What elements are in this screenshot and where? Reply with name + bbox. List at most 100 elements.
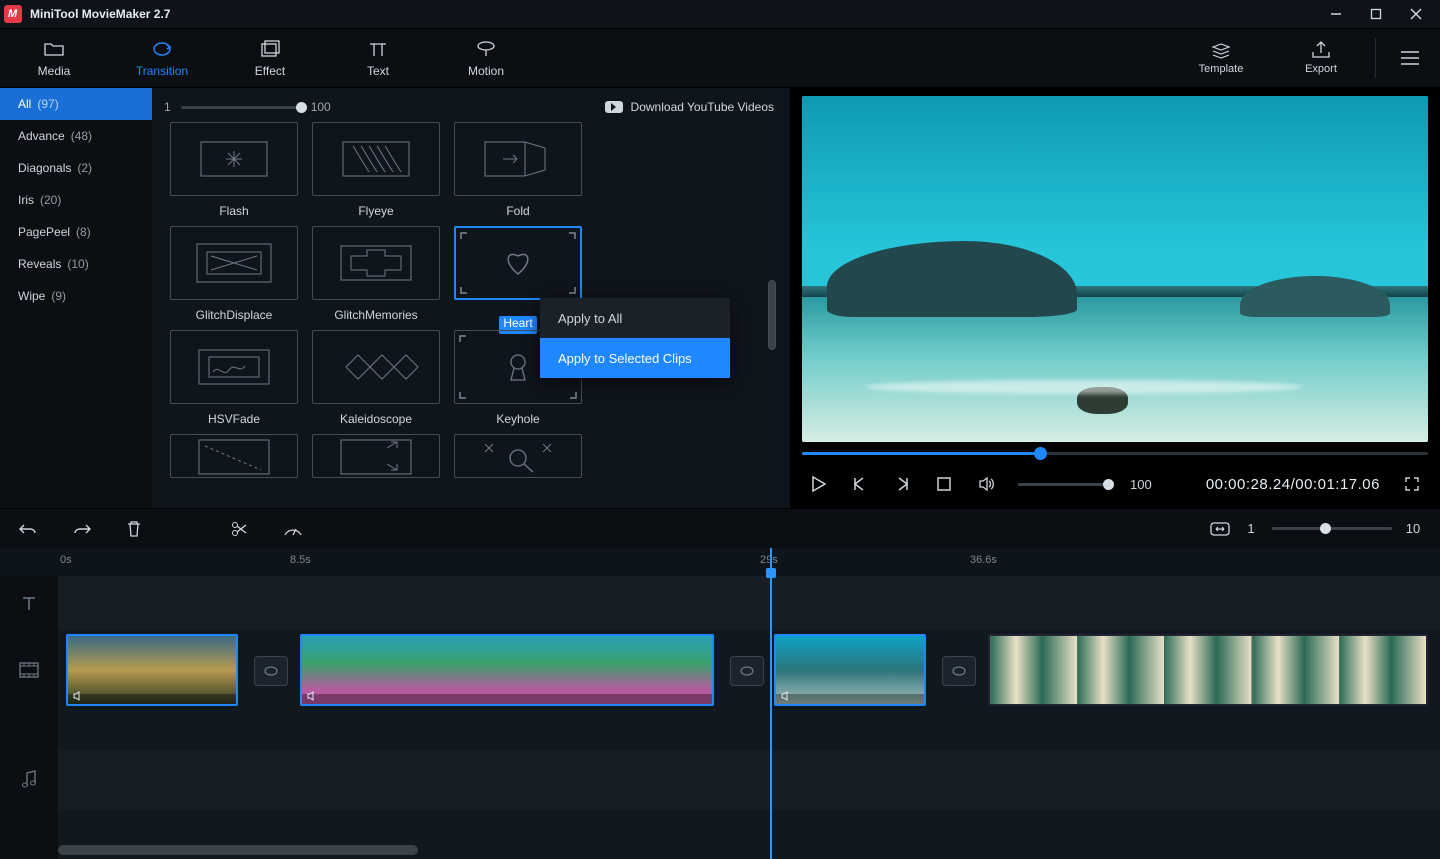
volume-slider[interactable] <box>1018 483 1108 486</box>
transition-glitchmemories[interactable]: GlitchMemories <box>306 226 446 326</box>
timeline-zoom-max: 10 <box>1404 521 1422 536</box>
next-frame-button[interactable] <box>892 474 912 494</box>
text-track-header[interactable] <box>0 576 58 630</box>
fit-icon <box>1210 522 1230 536</box>
category-advance[interactable]: Advance(48) <box>0 120 152 152</box>
timecode: 00:00:28.24/00:01:17.06 <box>1206 476 1380 493</box>
fullscreen-button[interactable] <box>1402 474 1422 494</box>
transition-kaleidoscope[interactable]: Kaleidoscope <box>306 330 446 430</box>
timeline-zoom-slider[interactable] <box>1272 527 1392 530</box>
browser-zoom-max: 100 <box>311 100 331 114</box>
browser-zoom-min: 1 <box>164 100 171 114</box>
timeline-zoom-min: 1 <box>1242 521 1260 536</box>
clip-2[interactable] <box>300 634 714 706</box>
mute-button[interactable] <box>976 474 996 494</box>
hamburger-icon <box>1399 50 1421 66</box>
clip-3[interactable] <box>774 634 926 706</box>
play-button[interactable] <box>808 474 828 494</box>
transition-partial-2[interactable] <box>306 434 446 478</box>
category-diagonals[interactable]: Diagonals(2) <box>0 152 152 184</box>
transition-slot-1[interactable] <box>254 656 288 686</box>
transition-hsvfade[interactable]: HSVFade <box>164 330 304 430</box>
folder-icon <box>43 38 65 60</box>
undo-icon <box>18 521 38 537</box>
tab-media[interactable]: Media <box>0 28 108 88</box>
youtube-icon <box>605 101 623 113</box>
text-track[interactable] <box>58 576 1440 630</box>
clip-1[interactable] <box>66 634 238 706</box>
export-icon <box>1310 41 1332 59</box>
stop-button[interactable] <box>934 474 954 494</box>
tab-motion[interactable]: Motion <box>432 28 540 88</box>
timeline-toolbar: 1 10 <box>0 508 1440 548</box>
trash-icon <box>126 520 142 538</box>
category-pagepeel[interactable]: PagePeel(8) <box>0 216 152 248</box>
app-logo: M <box>4 5 22 23</box>
fullscreen-icon <box>1404 476 1420 492</box>
preview-canvas <box>802 96 1428 442</box>
transition-flyeye[interactable]: Flyeye <box>306 122 446 222</box>
template-icon <box>1210 41 1232 59</box>
timeline-tracks[interactable]: 0s 8.5s 29s 36.6s <box>58 548 1440 859</box>
scissors-icon <box>230 520 248 538</box>
prev-frame-icon <box>851 475 869 493</box>
effect-icon <box>259 38 281 60</box>
transition-flash[interactable]: Flash <box>164 122 304 222</box>
redo-icon <box>72 521 92 537</box>
tab-transition[interactable]: Transition <box>108 28 216 88</box>
play-icon <box>809 475 827 493</box>
download-youtube-link[interactable]: Download YouTube Videos <box>605 100 774 114</box>
transition-slot-3[interactable] <box>942 656 976 686</box>
clip-4[interactable] <box>988 634 1428 706</box>
transition-partial-3[interactable] <box>448 434 588 478</box>
category-all[interactable]: All(97) <box>0 88 152 120</box>
transition-browser: 1 100 Download YouTube Videos Flash Flye… <box>152 88 790 508</box>
window-close-button[interactable] <box>1396 0 1436 28</box>
volume-value: 100 <box>1130 477 1152 492</box>
browser-scrollbar[interactable] <box>768 120 776 508</box>
transition-slot-2[interactable] <box>730 656 764 686</box>
track-headers <box>0 548 58 859</box>
category-wipe[interactable]: Wipe(9) <box>0 280 152 312</box>
category-sidebar: All(97) Advance(48) Diagonals(2) Iris(20… <box>0 88 152 508</box>
template-button[interactable]: Template <box>1171 28 1271 88</box>
speed-icon <box>282 521 304 537</box>
delete-button[interactable] <box>126 520 142 538</box>
top-toolbar: Media Transition Effect Text Motion Temp… <box>0 28 1440 88</box>
audio-track-header[interactable] <box>0 750 58 810</box>
motion-icon <box>475 38 497 60</box>
menu-apply-to-all[interactable]: Apply to All <box>540 298 730 338</box>
window-minimize-button[interactable] <box>1316 0 1356 28</box>
preview-seek-bar[interactable] <box>802 442 1428 464</box>
speed-button[interactable] <box>282 521 304 537</box>
tab-effect[interactable]: Effect <box>216 28 324 88</box>
audio-track[interactable] <box>58 750 1440 810</box>
fit-timeline-button[interactable] <box>1210 522 1230 536</box>
speaker-icon <box>977 475 995 493</box>
next-frame-icon <box>893 475 911 493</box>
video-track-header[interactable] <box>0 630 58 710</box>
video-track[interactable] <box>58 630 1440 710</box>
transition-fold[interactable]: Fold <box>448 122 588 222</box>
menu-apply-to-selected[interactable]: Apply to Selected Clips <box>540 338 730 378</box>
category-iris[interactable]: Iris(20) <box>0 184 152 216</box>
prev-frame-button[interactable] <box>850 474 870 494</box>
menu-button[interactable] <box>1380 50 1440 66</box>
redo-button[interactable] <box>72 521 92 537</box>
transition-partial-1[interactable] <box>164 434 304 478</box>
tab-text[interactable]: Text <box>324 28 432 88</box>
export-button[interactable]: Export <box>1271 28 1371 88</box>
timeline-ruler[interactable]: 0s 8.5s 29s 36.6s <box>58 548 1440 576</box>
playhead[interactable] <box>770 548 772 859</box>
transition-glitchdisplace[interactable]: GlitchDisplace <box>164 226 304 326</box>
transition-icon <box>150 38 174 60</box>
split-button[interactable] <box>230 520 248 538</box>
window-maximize-button[interactable] <box>1356 0 1396 28</box>
category-reveals[interactable]: Reveals(10) <box>0 248 152 280</box>
browser-zoom-slider[interactable] <box>181 106 301 109</box>
context-menu: Apply to All Apply to Selected Clips <box>540 298 730 378</box>
timeline-scrollbar[interactable] <box>58 845 1430 855</box>
undo-button[interactable] <box>18 521 38 537</box>
app-title: MiniTool MovieMaker 2.7 <box>30 7 170 21</box>
title-bar: M MiniTool MovieMaker 2.7 <box>0 0 1440 28</box>
